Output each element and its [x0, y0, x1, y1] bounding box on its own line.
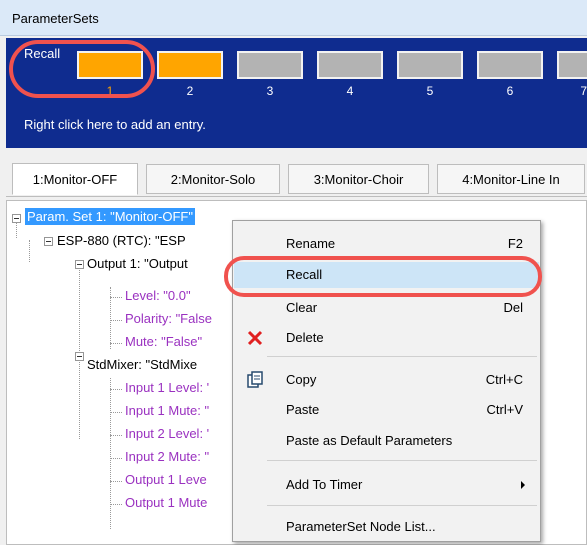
collapse-icon[interactable] — [44, 237, 53, 246]
recall-slot-3[interactable] — [237, 51, 303, 79]
tab-monitor-line-in[interactable]: 4:Monitor-Line In — [437, 164, 585, 194]
recall-slot-5[interactable] — [397, 51, 463, 79]
tree-leaf-input1-mute[interactable]: Input 1 Mute: " — [125, 403, 209, 418]
menu-item-paste-default[interactable]: Paste as Default Parameters — [234, 428, 539, 454]
recall-slot-number: 6 — [506, 84, 514, 98]
collapse-icon[interactable] — [75, 352, 84, 361]
recall-slot-number: 4 — [346, 84, 354, 98]
window-titlebar: ParameterSets — [0, 0, 587, 36]
annotation-circle-menu-recall — [224, 256, 542, 297]
menu-item-copy[interactable]: Copy Ctrl+C — [234, 367, 539, 393]
copy-icon — [247, 371, 263, 388]
tree-node-param-set[interactable]: Param. Set 1: "Monitor-OFF" — [25, 208, 195, 225]
recall-slot-2[interactable] — [157, 51, 223, 79]
tree-node-stdmixer[interactable]: StdMixer: "StdMixe — [87, 357, 197, 372]
collapse-icon[interactable] — [75, 260, 84, 269]
menu-item-paste[interactable]: Paste Ctrl+V — [234, 397, 539, 423]
tab-monitor-solo[interactable]: 2:Monitor-Solo — [146, 164, 280, 194]
tree-node-device[interactable]: ESP-880 (RTC): "ESP — [57, 233, 186, 248]
parameter-set-tabs: 1:Monitor-OFF 2:Monitor-Solo 3:Monitor-C… — [6, 160, 587, 197]
submenu-arrow-icon — [521, 481, 525, 489]
tree-leaf-output1-level[interactable]: Output 1 Leve — [125, 472, 207, 487]
tree-leaf-input1-level[interactable]: Input 1 Level: ' — [125, 380, 209, 395]
recall-slot-number: 3 — [266, 84, 274, 98]
window-title: ParameterSets — [12, 11, 99, 26]
tree-leaf-mute[interactable]: Mute: "False" — [125, 334, 202, 349]
recall-slot-4[interactable] — [317, 51, 383, 79]
tree-leaf-input2-level[interactable]: Input 2 Level: ' — [125, 426, 209, 441]
tree-leaf-input2-mute[interactable]: Input 2 Mute: " — [125, 449, 209, 464]
menu-item-add-to-timer[interactable]: Add To Timer — [234, 472, 539, 498]
tree-leaf-level[interactable]: Level: "0.0" — [125, 288, 191, 303]
annotation-circle-recall — [9, 40, 155, 98]
menu-item-delete[interactable]: Delete — [234, 325, 539, 351]
tab-monitor-off[interactable]: 1:Monitor-OFF — [12, 163, 138, 195]
tree-leaf-output1-mute[interactable]: Output 1 Mute — [125, 495, 207, 510]
collapse-icon[interactable] — [12, 214, 21, 223]
delete-x-icon — [247, 330, 263, 346]
menu-item-node-list[interactable]: ParameterSet Node List... — [234, 514, 539, 540]
tab-monitor-choir[interactable]: 3:Monitor-Choir — [288, 164, 429, 194]
recall-slot-6[interactable] — [477, 51, 543, 79]
menu-item-rename[interactable]: Rename F2 — [234, 231, 539, 257]
menu-item-clear[interactable]: Clear Del — [234, 295, 539, 321]
recall-slot-7[interactable] — [557, 51, 587, 79]
recall-slot-number: 5 — [426, 84, 434, 98]
add-entry-hint: Right click here to add an entry. — [24, 117, 206, 132]
tree-leaf-polarity[interactable]: Polarity: "False — [125, 311, 212, 326]
tree-node-output[interactable]: Output 1: "Output — [87, 256, 188, 271]
recall-slot-number: 7 — [580, 84, 587, 98]
recall-slot-number: 2 — [186, 84, 194, 98]
